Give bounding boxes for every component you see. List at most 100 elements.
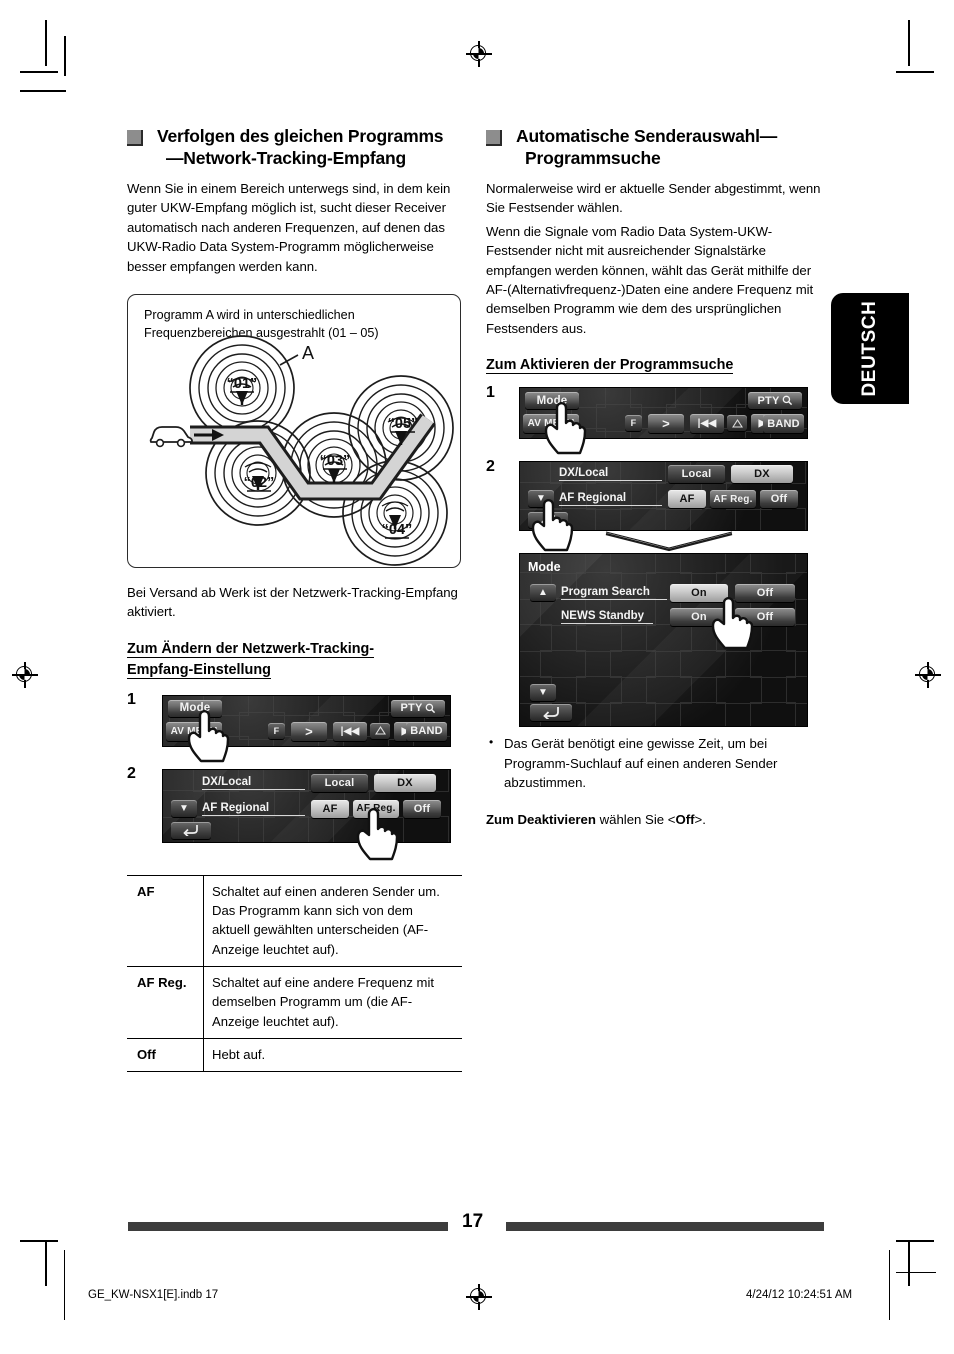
display-button[interactable] (370, 722, 390, 739)
deactivate-note-bold: Zum Deaktivieren (486, 812, 596, 828)
band-button-visible[interactable]: BAND (406, 721, 447, 741)
crop-mark-tl-h (20, 71, 58, 73)
news-standby-label: NEWS Standby (561, 610, 653, 625)
table-desc: Schaltet auf einen anderen Sender um. Da… (203, 874, 462, 967)
scroll-down-button[interactable]: ▼ (530, 684, 556, 702)
pty-button[interactable]: PTY (391, 699, 445, 717)
local-button[interactable]: Local (311, 773, 368, 792)
pointing-hand-left-step1 (181, 707, 235, 763)
diagram-zone-03-label: “03” (320, 453, 351, 469)
af-regional-row-label: AF Regional (202, 802, 305, 816)
registration-mark-top (466, 41, 492, 67)
right-paragraph-1: Normalerweise wird er aktuelle Sender ab… (486, 181, 821, 216)
right-bullet-list: Das Gerät benötigt eine gewisse Zeit, um… (486, 733, 822, 792)
table-row: AF Schaltet auf einen anderen Sender um.… (127, 874, 462, 967)
registration-mark-left (12, 662, 38, 688)
deactivate-note-value: Off (675, 812, 695, 828)
band-button[interactable]: BAND (763, 414, 804, 434)
pointing-hand-mode-menu (705, 594, 759, 650)
right-step-2-number: 2 (486, 458, 495, 476)
next-button[interactable]: > (291, 721, 327, 741)
trim-line-left (64, 1250, 65, 1320)
off-button[interactable]: Off (760, 490, 798, 509)
right-step-1-number: 1 (486, 384, 495, 402)
left-step-2-number: 2 (127, 764, 136, 782)
network-tracking-diagram: Programm A wird in unterschiedlichen Fre… (127, 294, 461, 569)
table-row: AF Reg. Schaltet auf eine andere Frequen… (127, 966, 462, 1039)
display-button[interactable] (727, 415, 747, 432)
lcd-texture (520, 554, 807, 727)
magnifier-icon (425, 703, 435, 713)
right-subheading-wrap: Zum Aktivieren der Programmsuche (486, 355, 822, 376)
dx-local-row-label: DX/Local (202, 776, 305, 790)
right-section-heading: Automatische Senderauswahl— Programmsuch… (486, 126, 822, 169)
program-search-label: Program Search (561, 586, 667, 601)
prev-track-button[interactable]: |◀◀ (690, 414, 724, 434)
crop-mark-tl-h2 (20, 90, 66, 92)
left-step-1-number: 1 (127, 690, 136, 708)
crop-mark-br-v (908, 1240, 910, 1286)
deactivate-note: Zum Deaktivieren wählen Sie <Off>. (486, 810, 822, 829)
crop-mark-bl-v (45, 1240, 47, 1286)
local-button[interactable]: Local (668, 465, 725, 484)
magnifier-icon (782, 395, 792, 406)
crop-mark-tr-v (908, 20, 910, 66)
left-after-diagram-paragraph: Bei Versand ab Werk ist der Netzwerk-Tra… (127, 585, 458, 620)
f-button[interactable]: F (268, 722, 285, 739)
right-step-1: 1 Mode PTY AV MENU F > |◀◀ BAND (486, 384, 822, 455)
crop-mark-bl-h (20, 1240, 58, 1242)
deactivate-note-rest: wählen Sie < (595, 812, 676, 828)
right-step-2: 2 DX/Local Local DX ▼ AF Regional AF AF … (486, 458, 822, 728)
flow-chevron-icon (605, 531, 733, 552)
table-key: AF (127, 874, 204, 967)
pointing-hand-left-step2 (350, 805, 404, 861)
crop-mark-tl-v (45, 20, 47, 66)
registration-mark-bottom (466, 1284, 492, 1310)
left-section-heading: Verfolgen des gleichen Programms —Networ… (127, 126, 463, 169)
scroll-up-button[interactable]: ▲ (530, 584, 556, 602)
language-tab-label: DEUTSCH (859, 300, 880, 397)
right-column: Automatische Senderauswahl— Programmsuch… (486, 126, 822, 843)
section-bullet-square-icon (486, 130, 502, 146)
table-key: AF Reg. (127, 966, 204, 1039)
dx-local-panel-left[interactable]: DX/Local Local DX ▼ AF Regional AF AF Re… (162, 768, 451, 843)
af-reg-button[interactable]: AF Reg. (710, 490, 756, 509)
off-button[interactable]: Off (403, 799, 441, 818)
return-arrow-icon (183, 825, 198, 837)
mode-menu-panel[interactable]: Mode ▲ Program Search On Off NEWS Standb… (519, 553, 808, 728)
prev-track-button[interactable]: |◀◀ (333, 721, 367, 741)
table-key: Off (127, 1037, 204, 1073)
pointing-hand-right-step2 (525, 496, 579, 552)
section-bullet-square-icon (127, 130, 143, 146)
af-options-table: AF Schaltet auf einen anderen Sender um.… (127, 874, 462, 1073)
list-item: Das Gerät benötigt eine gewisse Zeit, um… (486, 733, 822, 792)
left-step-2: 2 DX/Local Local DX ▼ AF Regional AF AF … (127, 764, 463, 861)
table-desc: Hebt auf. (203, 1037, 462, 1073)
scroll-down-button[interactable]: ▼ (171, 799, 197, 817)
dx-button[interactable]: DX (374, 773, 436, 792)
manual-page: DEUTSCH Verfolgen des gleichen Programms… (0, 0, 954, 1354)
mode-menu-title: Mode (528, 560, 561, 575)
trim-line-right (889, 1250, 890, 1320)
footer-file-name: GE_KW-NSX1[E].indb 17 (88, 1289, 219, 1301)
pointing-hand-right-step1 (538, 399, 592, 455)
back-button[interactable] (171, 821, 211, 839)
f-button[interactable]: F (625, 415, 642, 432)
left-heading-line1: Verfolgen des gleichen Programms (157, 126, 444, 146)
page-number: 17 (462, 1211, 484, 1232)
registration-mark-right (915, 662, 941, 688)
next-button[interactable]: > (648, 414, 684, 434)
diagram-zone-05-label: “05” (388, 416, 419, 432)
pty-button[interactable]: PTY (748, 392, 802, 410)
crop-mark-tl-v2 (64, 36, 66, 76)
af-button[interactable]: AF (668, 490, 706, 509)
table-row: Off Hebt auf. (127, 1037, 462, 1073)
af-button[interactable]: AF (311, 799, 349, 818)
back-button[interactable] (530, 704, 572, 722)
left-subheading-line2: Empfang-Einstellung (127, 661, 271, 679)
right-heading-line2: Programmsuche (525, 147, 661, 168)
language-tab: DEUTSCH (831, 293, 909, 404)
left-heading-line2: —Network-Tracking-Empfang (166, 147, 407, 168)
dx-button[interactable]: DX (731, 465, 793, 484)
right-paragraph-2: Wenn die Signale vom Radio Data System-U… (486, 223, 814, 336)
